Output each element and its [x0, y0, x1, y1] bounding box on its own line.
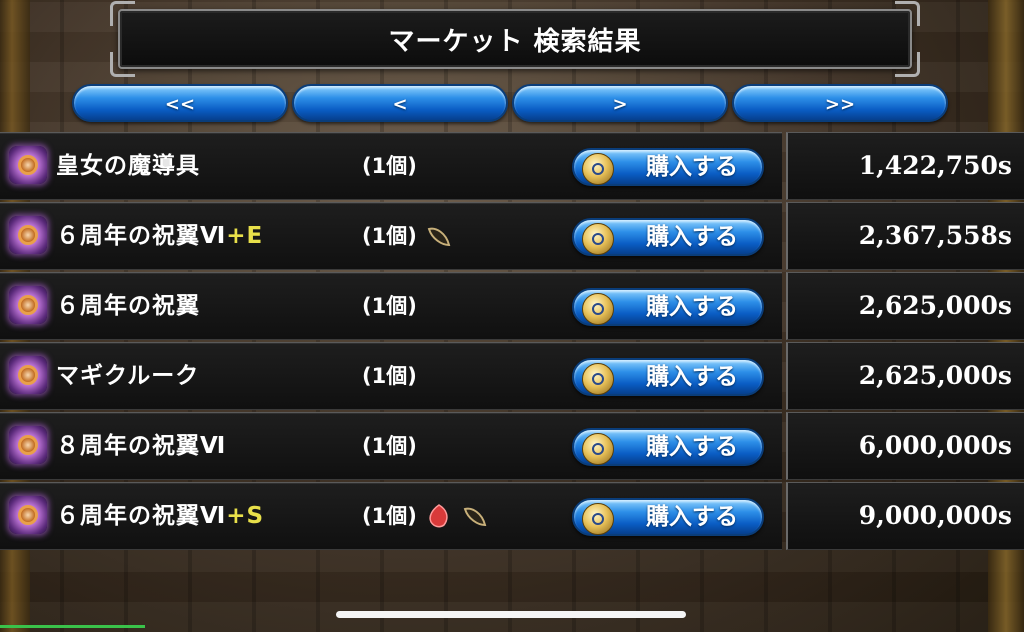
item-accessory-icon — [9, 496, 47, 534]
buy-button[interactable]: 購入する — [572, 148, 764, 186]
next-page-button[interactable]: > — [512, 84, 728, 122]
ornament-corner-icon — [895, 52, 920, 77]
coin-icon — [582, 153, 614, 185]
item-accessory-icon — [9, 426, 47, 464]
buy-button-label: 購入する — [646, 294, 738, 320]
buy-button-label: 購入する — [646, 224, 738, 250]
item-price: 2,367,558s — [858, 221, 1012, 250]
ornament-corner-icon — [110, 1, 135, 26]
coin-icon — [582, 293, 614, 325]
item-accessory-icon — [9, 146, 47, 184]
item-row-main: ６周年の祝翼Ⅵ+S (1個) 購入する — [0, 482, 782, 550]
pagination-nav: << < > >> — [72, 84, 952, 124]
item-row-main: ８周年の祝翼Ⅵ (1個) 購入する — [0, 412, 782, 480]
item-accessory-icon — [9, 286, 47, 324]
ring-icon — [18, 435, 38, 455]
item-row-main: マギクルーク (1個) 購入する — [0, 342, 782, 410]
home-indicator[interactable] — [336, 611, 686, 618]
list-item: マギクルーク (1個) 購入する 2,625,000s — [0, 342, 1024, 410]
last-page-button[interactable]: >> — [732, 84, 948, 122]
title-bar: マーケット 検索結果 — [110, 1, 920, 77]
buy-button-label: 購入する — [646, 154, 738, 180]
ring-icon — [18, 295, 38, 315]
item-row-main: 皇女の魔導具 (1個) 購入する — [0, 132, 782, 200]
ring-icon — [18, 505, 38, 525]
buy-button[interactable]: 購入する — [572, 218, 764, 256]
item-name-text: ６周年の祝翼Ⅵ — [56, 503, 227, 529]
item-accessory-icon — [9, 216, 47, 254]
item-name-text: ６周年の祝翼Ⅵ — [56, 223, 227, 249]
page-title: マーケット 検索結果 — [388, 26, 642, 57]
coin-icon — [582, 433, 614, 465]
item-price: 9,000,000s — [858, 501, 1012, 530]
price-cell: 1,422,750s — [786, 132, 1024, 200]
item-enhancement-suffix: +E — [226, 223, 264, 249]
item-name-text: マギクルーク — [56, 363, 200, 389]
item-name: ６周年の祝翼Ⅵ+S — [56, 483, 264, 549]
buy-button[interactable]: 購入する — [572, 288, 764, 326]
price-cell: 2,625,000s — [786, 272, 1024, 340]
coin-icon — [582, 363, 614, 395]
item-row-main: ６周年の祝翼Ⅵ+E (1個) 購入する — [0, 202, 782, 270]
item-price: 2,625,000s — [858, 361, 1012, 390]
first-page-button[interactable]: << — [72, 84, 288, 122]
list-item: ６周年の祝翼Ⅵ+E (1個) 購入する 2,367,558s — [0, 202, 1024, 270]
list-item: ６周年の祝翼Ⅵ+S (1個) 購入する 9,000,000s — [0, 482, 1024, 550]
ornament-corner-icon — [895, 1, 920, 26]
buy-button-label: 購入する — [646, 364, 738, 390]
item-quantity: (1個) — [362, 434, 417, 458]
red-gem-icon — [429, 504, 448, 528]
coin-icon — [582, 223, 614, 255]
ring-icon — [18, 225, 38, 245]
ornament-corner-icon — [110, 52, 135, 77]
ring-icon — [18, 155, 38, 175]
seed-gem-icon — [463, 507, 487, 527]
search-results-list: 皇女の魔導具 (1個) 購入する 1,422,750s ６周年の祝翼Ⅵ+E (1個) 購入す… — [0, 132, 1024, 552]
price-cell: 2,367,558s — [786, 202, 1024, 270]
price-cell: 6,000,000s — [786, 412, 1024, 480]
item-price: 6,000,000s — [858, 431, 1012, 460]
list-item: ６周年の祝翼 (1個) 購入する 2,625,000s — [0, 272, 1024, 340]
buy-button-label: 購入する — [646, 434, 738, 460]
item-name-text: ６周年の祝翼 — [56, 293, 200, 319]
item-quantity: (1個) — [362, 154, 417, 178]
item-name: マギクルーク — [56, 343, 199, 409]
item-name-text: ８周年の祝翼Ⅵ — [56, 433, 227, 459]
item-accessory-icon — [9, 356, 47, 394]
buy-button[interactable]: 購入する — [572, 428, 764, 466]
seed-gem-icon — [427, 227, 451, 247]
buy-button[interactable]: 購入する — [572, 358, 764, 396]
item-quantity: (1個) — [362, 294, 417, 318]
list-item: ８周年の祝翼Ⅵ (1個) 購入する 6,000,000s — [0, 412, 1024, 480]
item-name: ６周年の祝翼 — [56, 273, 200, 339]
item-name: 皇女の魔導具 — [56, 133, 200, 199]
list-item: 皇女の魔導具 (1個) 購入する 1,422,750s — [0, 132, 1024, 200]
coin-icon — [582, 503, 614, 535]
item-price: 1,422,750s — [858, 151, 1012, 180]
item-name: ８周年の祝翼Ⅵ — [56, 413, 226, 479]
item-quantity: (1個) — [362, 364, 417, 388]
ring-icon — [18, 365, 38, 385]
buy-button[interactable]: 購入する — [572, 498, 764, 536]
price-cell: 2,625,000s — [786, 342, 1024, 410]
status-strip — [0, 625, 145, 628]
item-quantity: (1個) — [362, 224, 417, 248]
prev-page-button[interactable]: < — [292, 84, 508, 122]
item-name: ６周年の祝翼Ⅵ+E — [56, 203, 263, 269]
buy-button-label: 購入する — [646, 504, 738, 530]
item-price: 2,625,000s — [858, 291, 1012, 320]
item-enhancement-suffix: +S — [226, 503, 265, 529]
item-quantity: (1個) — [362, 504, 417, 528]
item-row-main: ６周年の祝翼 (1個) 購入する — [0, 272, 782, 340]
item-name-text: 皇女の魔導具 — [56, 153, 200, 179]
price-cell: 9,000,000s — [786, 482, 1024, 550]
